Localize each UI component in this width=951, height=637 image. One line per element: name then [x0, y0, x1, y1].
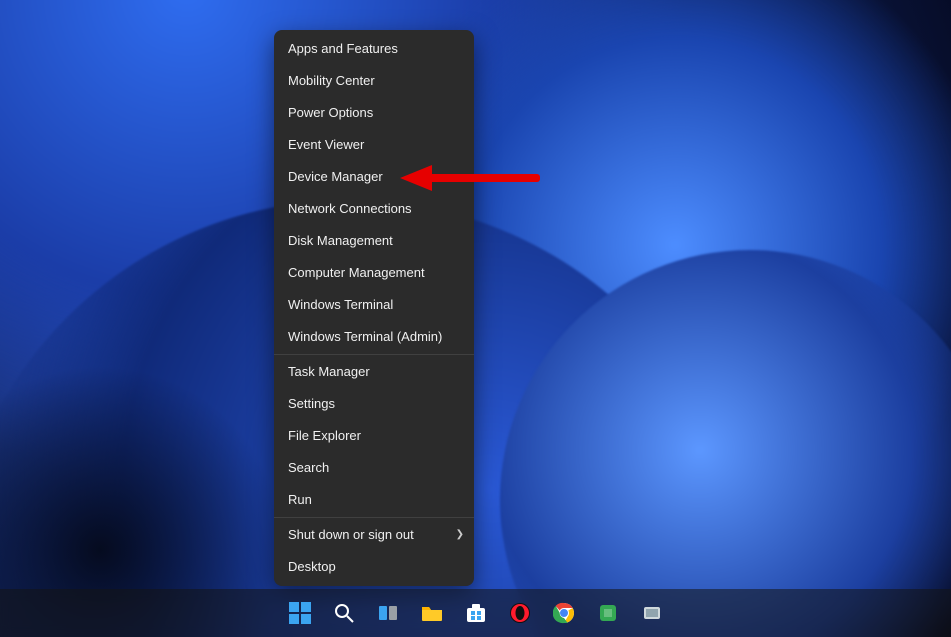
opera-button[interactable] [500, 593, 540, 633]
menu-item-event-viewer[interactable]: Event Viewer [274, 129, 474, 161]
folder-icon [420, 602, 444, 624]
microsoft-store-button[interactable] [456, 593, 496, 633]
menu-item-disk-management[interactable]: Disk Management [274, 225, 474, 257]
menu-item-windows-terminal[interactable]: Windows Terminal [274, 289, 474, 321]
store-icon [465, 602, 487, 624]
desktop[interactable]: Apps and Features Mobility Center Power … [0, 0, 951, 637]
menu-separator [274, 354, 474, 355]
task-view-button[interactable] [368, 593, 408, 633]
chevron-right-icon: ❯ [456, 527, 464, 543]
search-button[interactable] [324, 593, 364, 633]
menu-separator [274, 517, 474, 518]
taskbar [0, 589, 951, 637]
app-icon [597, 602, 619, 624]
pinned-app-button[interactable] [588, 593, 628, 633]
pinned-app-button[interactable] [632, 593, 672, 633]
menu-item-mobility-center[interactable]: Mobility Center [274, 65, 474, 97]
menu-item-power-options[interactable]: Power Options [274, 97, 474, 129]
task-view-icon [377, 602, 399, 624]
app-icon [641, 602, 663, 624]
menu-item-shut-down-or-sign-out[interactable]: Shut down or sign out ❯ [274, 519, 474, 551]
taskbar-items [280, 593, 672, 633]
start-button[interactable] [280, 593, 320, 633]
menu-item-run[interactable]: Run [274, 484, 474, 516]
menu-item-file-explorer[interactable]: File Explorer [274, 420, 474, 452]
menu-item-search[interactable]: Search [274, 452, 474, 484]
menu-item-apps-and-features[interactable]: Apps and Features [274, 33, 474, 65]
menu-item-task-manager[interactable]: Task Manager [274, 356, 474, 388]
menu-item-device-manager[interactable]: Device Manager [274, 161, 474, 193]
opera-icon [509, 602, 531, 624]
menu-item-network-connections[interactable]: Network Connections [274, 193, 474, 225]
file-explorer-button[interactable] [412, 593, 452, 633]
windows-logo-icon [289, 602, 311, 624]
chrome-icon [553, 602, 575, 624]
menu-item-label: Shut down or sign out [288, 527, 414, 542]
menu-item-desktop[interactable]: Desktop [274, 551, 474, 583]
menu-item-windows-terminal-admin[interactable]: Windows Terminal (Admin) [274, 321, 474, 353]
winx-context-menu: Apps and Features Mobility Center Power … [274, 30, 474, 586]
search-icon [333, 602, 355, 624]
menu-item-settings[interactable]: Settings [274, 388, 474, 420]
chrome-button[interactable] [544, 593, 584, 633]
menu-item-computer-management[interactable]: Computer Management [274, 257, 474, 289]
